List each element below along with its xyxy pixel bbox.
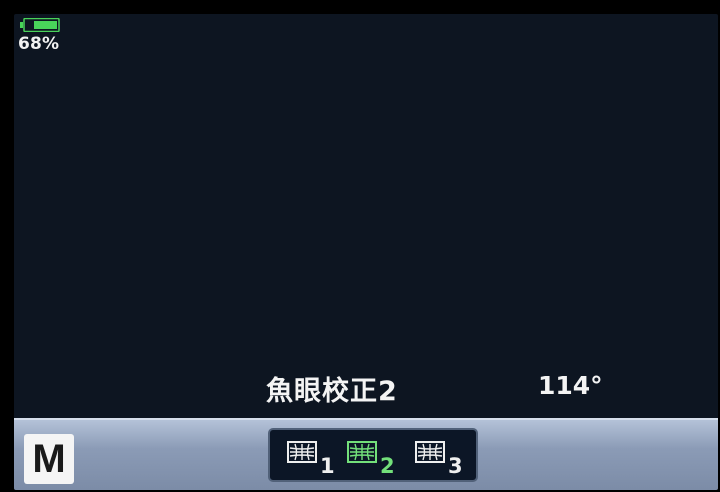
option-1-label: 1 <box>320 454 335 478</box>
shooting-mode-button[interactable]: M <box>24 434 74 484</box>
correction-mode-name: 魚眼校正2 <box>266 376 398 407</box>
fisheye-correction-3-icon <box>415 441 445 463</box>
option-3-label: 3 <box>448 454 463 478</box>
option-2-label: 2 <box>380 454 395 478</box>
fisheye-correction-selector: 1 2 3 <box>268 428 478 482</box>
battery-icon <box>20 18 60 32</box>
fisheye-correction-2-icon <box>347 441 377 463</box>
bottom-control-bar: M 1 2 3 <box>14 418 718 490</box>
angle-of-view-value: 114° <box>538 371 603 400</box>
battery-percent: 68% <box>18 34 60 54</box>
battery-indicator: 68% <box>18 16 66 56</box>
camera-lcd-screen: 68% 魚眼校正2 114° M 1 2 3 <box>14 14 718 490</box>
fisheye-correction-1-icon <box>287 441 317 463</box>
